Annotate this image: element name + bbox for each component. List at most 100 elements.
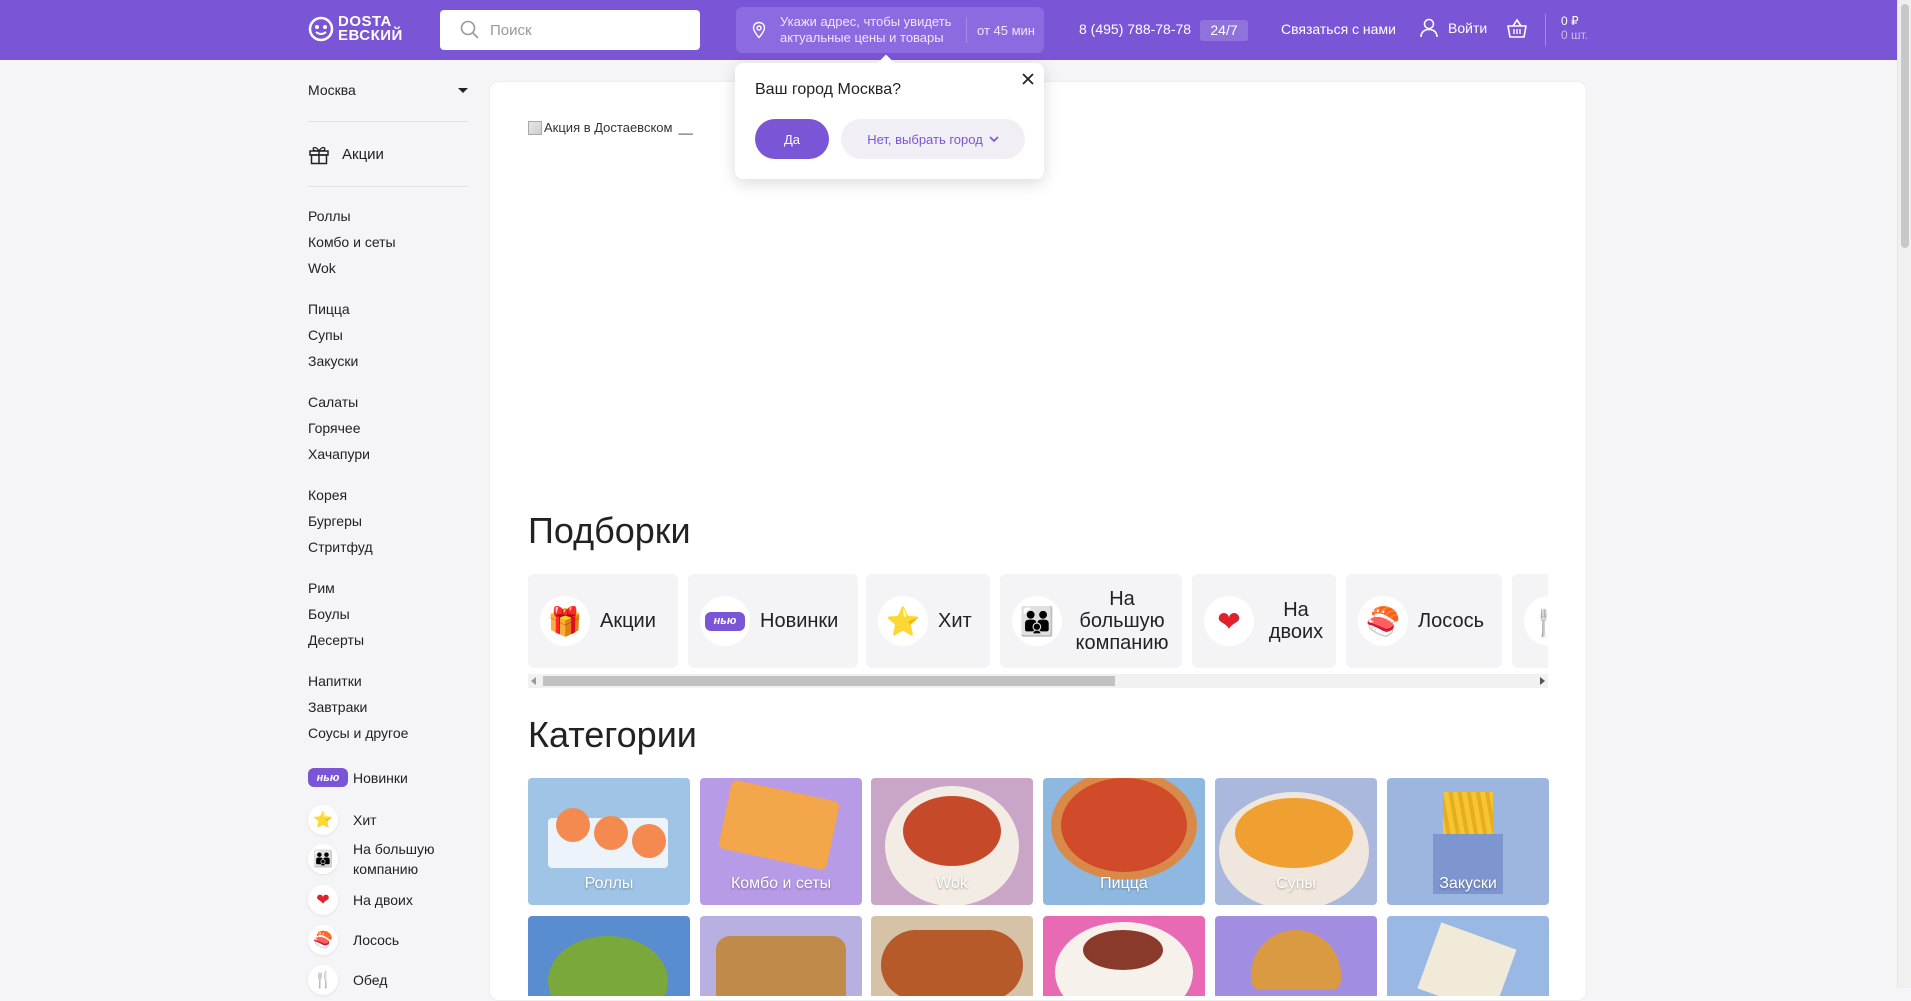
category-label: Супы (1276, 875, 1316, 892)
collection-chip-more[interactable]: 🍴 (1512, 574, 1548, 668)
sidebar-collection-lunch[interactable]: 🍴 Обед (308, 965, 387, 995)
collection-chip-promo[interactable]: 🎁 Акции (528, 574, 678, 668)
food-image (881, 930, 1023, 996)
food-image (1061, 778, 1187, 872)
close-icon[interactable] (1020, 71, 1036, 87)
city-selector[interactable]: Москва (308, 82, 468, 98)
sidebar-item-khachapuri[interactable]: Хачапури (308, 446, 370, 462)
sidebar-collection-company[interactable]: 👪 На большую компанию (308, 839, 443, 879)
scroll-thumb[interactable] (1901, 4, 1909, 248)
category-card[interactable] (1215, 916, 1377, 996)
sidebar-item-pizza[interactable]: Пицца (308, 301, 350, 317)
page-scrollbar[interactable] (1897, 0, 1911, 988)
category-card-soups[interactable]: Супы (1215, 778, 1377, 905)
collection-chip-for-two[interactable]: ❤ На двоих (1192, 574, 1336, 668)
sidebar-item-korea[interactable]: Корея (308, 487, 347, 503)
sidebar-item-soups[interactable]: Супы (308, 327, 343, 343)
collection-chip-hit[interactable]: ⭐ Хит (866, 574, 990, 668)
chip-label: Новинки (760, 610, 839, 632)
sidebar-item-hot[interactable]: Горячее (308, 420, 361, 436)
chevron-down-icon (989, 136, 999, 143)
category-label: Комбо и сеты (730, 875, 832, 892)
sidebar-item-promo[interactable]: Акции (308, 143, 384, 165)
sidebar-item-rome[interactable]: Рим (308, 580, 335, 596)
sidebar-item-breakfast[interactable]: Завтраки (308, 699, 367, 715)
category-card[interactable] (528, 916, 690, 996)
logo-icon (308, 16, 334, 42)
sidebar-item-desserts[interactable]: Десерты (308, 632, 364, 648)
category-card-combo[interactable]: Комбо и сеты (700, 778, 862, 905)
delivery-time: от 45 мин (977, 22, 1035, 38)
user-icon (1420, 18, 1438, 38)
search-box[interactable] (440, 10, 700, 50)
food-image (1251, 930, 1341, 990)
category-card-snacks[interactable]: Закуски (1387, 778, 1549, 905)
category-card[interactable] (700, 916, 862, 996)
login-button[interactable]: Войти (1418, 17, 1487, 39)
scroll-thumb[interactable] (543, 676, 1115, 686)
choose-city-button[interactable]: Нет, выбрать город (841, 119, 1025, 159)
divider (308, 186, 468, 187)
sidebar-item-combo[interactable]: Комбо и сеты (308, 234, 396, 250)
sidebar-item-wok[interactable]: Wok (308, 260, 336, 276)
cart-count: 0 шт. (1561, 28, 1589, 42)
cart-summary[interactable]: 0 ₽ 0 шт. (1561, 14, 1588, 42)
search-icon (460, 20, 479, 39)
scroll-left-icon[interactable] (531, 677, 536, 685)
main-content: Акция в Достаевском __ Подборки 🎁 Акции … (489, 81, 1587, 1001)
categories-title: Категории (528, 714, 697, 755)
collection-chip-new[interactable]: нью Новинки (688, 574, 858, 668)
address-selector[interactable]: Укажи адрес, чтобы увидеть актуальные це… (736, 7, 1044, 53)
gift-icon: 🎁 (540, 596, 590, 646)
carousel-scrollbar[interactable] (528, 674, 1548, 688)
cart-button[interactable] (1505, 17, 1529, 46)
scroll-right-icon[interactable] (1540, 677, 1545, 685)
search-input[interactable] (490, 21, 690, 39)
sidebar-item-label: На двоих (353, 892, 413, 908)
caret-down-icon (458, 88, 468, 93)
category-card-pizza[interactable]: Пицца (1043, 778, 1205, 905)
food-image (717, 779, 841, 871)
category-card-wok[interactable]: Wok (871, 778, 1033, 905)
sidebar-item-streetfood[interactable]: Стритфуд (308, 539, 373, 555)
sidebar-item-label: Хит (353, 812, 377, 828)
sidebar-collection-new[interactable]: нью Новинки (308, 768, 408, 787)
popup-title: Ваш город Москва? (755, 81, 901, 98)
header: DOSTA EВСКИЙ Укажи адрес, чтобы увидеть … (0, 0, 1897, 60)
sidebar-item-label: Лосось (353, 932, 400, 948)
collections-title: Подборки (528, 510, 691, 551)
confirm-city-button[interactable]: Да (755, 119, 829, 159)
sidebar-item-drinks[interactable]: Напитки (308, 673, 362, 689)
collection-chip-company[interactable]: 👪 На большую компанию (1000, 574, 1182, 668)
star-icon: ⭐ (308, 805, 338, 835)
sidebar-item-bowls[interactable]: Боулы (308, 606, 350, 622)
family-icon: 👪 (308, 844, 338, 874)
food-image (548, 936, 668, 996)
sidebar-item-label: На большую компанию (353, 841, 435, 877)
sidebar-item-rolls[interactable]: Роллы (308, 208, 351, 224)
sidebar-collection-salmon[interactable]: 🍣 Лосось (308, 925, 399, 955)
logo-text: DOSTA EВСКИЙ (338, 14, 403, 43)
gift-icon (309, 146, 329, 165)
contact-link[interactable]: Связаться с нами (1281, 21, 1396, 37)
collections-carousel: 🎁 Акции нью Новинки ⭐ Хит 👪 На большую к… (528, 574, 1548, 670)
phone-link[interactable]: 8 (495) 788-78-78 (1079, 21, 1191, 37)
sidebar-item-sauces[interactable]: Соусы и другое (308, 725, 408, 741)
sidebar-collection-for-two[interactable]: ❤ На двоих (308, 885, 413, 915)
sidebar-item-salads[interactable]: Салаты (308, 394, 358, 410)
collection-chip-salmon[interactable]: 🍣 Лосось (1346, 574, 1502, 668)
logo[interactable]: DOSTA EВСКИЙ (308, 12, 408, 46)
food-image (1083, 930, 1163, 970)
category-card[interactable] (1043, 916, 1205, 996)
category-card[interactable] (871, 916, 1033, 996)
cutlery-icon: 🍴 (1524, 596, 1548, 646)
category-card[interactable] (1387, 916, 1549, 996)
sidebar-item-label: Новинки (353, 769, 408, 786)
sidebar-item-snacks[interactable]: Закуски (308, 353, 358, 369)
sidebar-collection-hit[interactable]: ⭐ Хит (308, 805, 377, 835)
sidebar-item-burgers[interactable]: Бургеры (308, 513, 362, 529)
promo-banner[interactable]: Акция в Достаевском __ (528, 120, 693, 135)
divider (308, 121, 468, 122)
hours-badge: 24/7 (1200, 20, 1248, 41)
category-card-rolls[interactable]: Роллы (528, 778, 690, 905)
